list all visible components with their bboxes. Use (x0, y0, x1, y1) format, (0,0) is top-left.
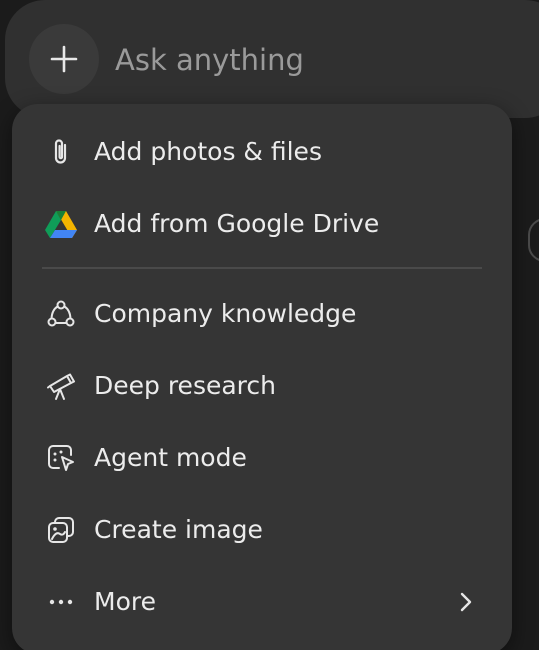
menu-item-label: Deep research (94, 371, 276, 400)
menu-divider (42, 267, 482, 269)
menu-item-add-photos-files[interactable]: Add photos & files (12, 122, 512, 182)
menu-item-label: Agent mode (94, 443, 247, 472)
menu-item-label: Add from Google Drive (94, 209, 380, 238)
chevron-right-icon (456, 590, 476, 614)
background-control (528, 218, 539, 262)
menu-item-deep-research[interactable]: Deep research (12, 356, 512, 416)
menu-item-agent-mode[interactable]: Agent mode (12, 428, 512, 488)
menu-item-label: More (94, 587, 156, 616)
google-drive-icon (44, 208, 78, 240)
telescope-icon (44, 370, 78, 402)
connections-icon (44, 298, 78, 330)
composer-bar (5, 0, 539, 118)
more-dots-icon (44, 586, 78, 618)
paperclip-icon (44, 136, 78, 168)
prompt-input[interactable] (115, 38, 495, 82)
menu-item-more[interactable]: More (12, 572, 512, 632)
agent-icon (44, 442, 78, 474)
image-create-icon (44, 514, 78, 546)
menu-item-label: Create image (94, 515, 263, 544)
menu-item-company-knowledge[interactable]: Company knowledge (12, 284, 512, 344)
attachment-menu: Add photos & files Add from Google Drive (12, 104, 512, 650)
plus-icon (50, 45, 78, 73)
menu-item-label: Company knowledge (94, 299, 357, 328)
add-attachment-button[interactable] (29, 24, 99, 94)
menu-item-label: Add photos & files (94, 137, 322, 166)
app-stage: Add photos & files Add from Google Drive (0, 0, 539, 650)
menu-item-google-drive[interactable]: Add from Google Drive (12, 194, 512, 254)
menu-item-create-image[interactable]: Create image (12, 500, 512, 560)
